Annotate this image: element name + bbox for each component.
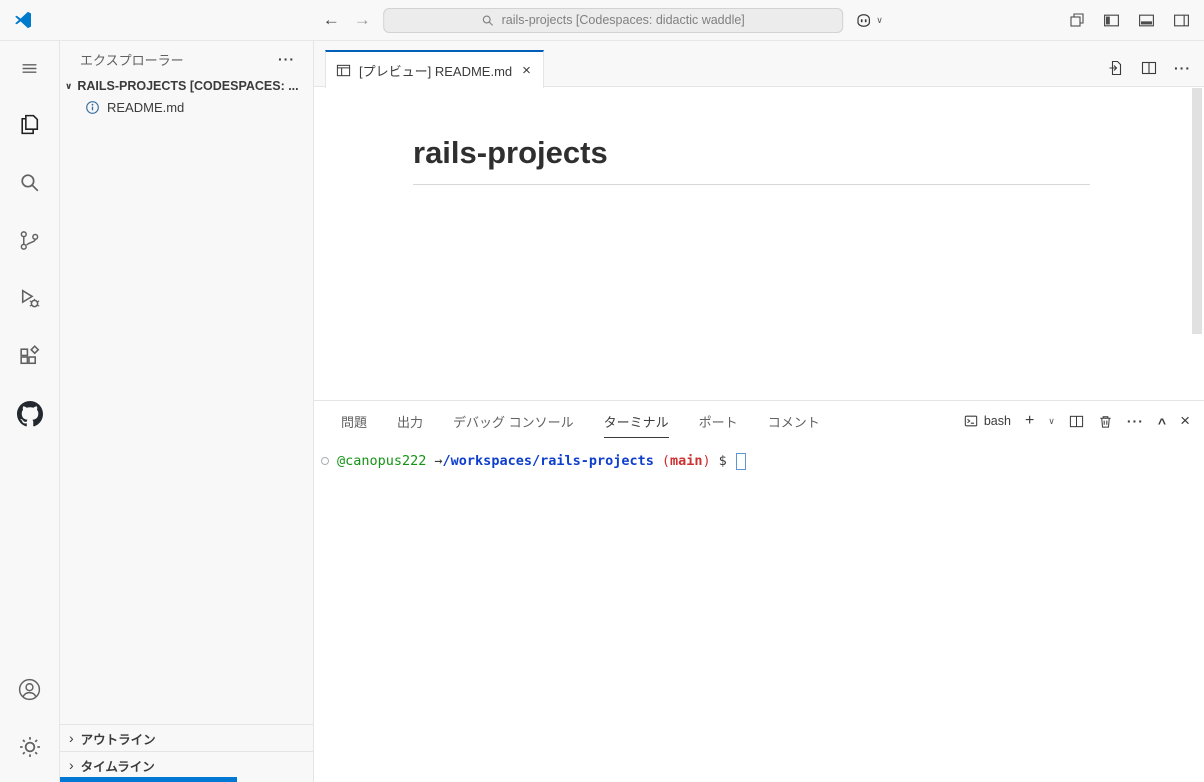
workspace-root-label: RAILS-PROJECTS [CODESPACES: ... <box>77 79 299 93</box>
chevron-down-icon: ∨ <box>65 80 73 91</box>
terminal-user: @canopus222 <box>337 453 427 469</box>
file-name-label: README.md <box>107 100 185 115</box>
sidebar-item-search[interactable] <box>0 153 59 211</box>
terminal-arrow: → <box>434 453 443 469</box>
editor-tab-bar: [プレビュー] README.md × ··· <box>314 41 1204 88</box>
workspace-root-row[interactable]: ∨ RAILS-PROJECTS [CODESPACES: ... <box>60 77 313 96</box>
github-icon <box>16 401 43 427</box>
vscode-window: ← → rails-projects [Codespaces: didactic… <box>0 0 1204 782</box>
shell-selector[interactable]: bash <box>964 414 1011 428</box>
editor-tab-actions: ··· <box>1108 60 1191 76</box>
panel-tabs: 問題 出力 デバッグ コンソール ターミナル ポート コメント <box>341 404 820 439</box>
sidebar-header: エクスプローラー ··· <box>60 41 313 77</box>
terminal-view[interactable]: @canopus222 → /workspaces/rails-projects… <box>314 441 1204 782</box>
explorer-sidebar: エクスプローラー ··· ∨ RAILS-PROJECTS [CODESPACE… <box>60 41 314 782</box>
outline-section-header[interactable]: › アウトライン <box>60 724 313 751</box>
toggle-sidebar-icon[interactable] <box>1103 12 1120 29</box>
editor-scrollbar[interactable] <box>1192 88 1202 334</box>
close-panel-icon[interactable]: × <box>1180 411 1190 431</box>
sidebar-item-run-debug[interactable] <box>0 269 59 327</box>
tab-label: [プレビュー] README.md <box>359 63 513 79</box>
tab-terminal[interactable]: ターミナル <box>603 404 669 439</box>
file-row-readme[interactable]: README.md <box>60 96 313 119</box>
kill-terminal-icon[interactable] <box>1098 414 1113 429</box>
more-actions-icon[interactable]: ··· <box>1174 60 1191 76</box>
extensions-icon <box>17 344 42 369</box>
close-icon[interactable]: × <box>520 62 533 79</box>
command-decoration-icon <box>321 457 329 465</box>
layout-controls <box>1069 0 1190 40</box>
chevron-down-icon: ∨ <box>876 14 883 25</box>
tab-debug-console[interactable]: デバッグ コンソール <box>453 404 574 439</box>
maximize-panel-icon[interactable]: ^ <box>1158 415 1166 431</box>
split-terminal-icon[interactable] <box>1069 414 1084 429</box>
gear-icon <box>18 735 42 759</box>
markdown-preview-pane: rails-projects <box>314 87 1204 400</box>
command-center-label: rails-projects [Codespaces: didactic wad… <box>501 13 745 27</box>
terminal-git-branch: (main) <box>661 453 711 469</box>
editor-area: [プレビュー] README.md × ··· rails-projects <box>314 41 1204 400</box>
toggle-panel-icon[interactable] <box>1138 12 1155 29</box>
info-file-icon <box>85 100 100 115</box>
sidebar-bottom-sections: › アウトライン › タイムライン <box>60 724 313 778</box>
shell-label: bash <box>983 414 1011 428</box>
customize-layout-icon[interactable] <box>1069 12 1085 28</box>
terminal-cursor <box>735 452 746 470</box>
command-center-search[interactable]: rails-projects [Codespaces: didactic wad… <box>383 7 844 33</box>
terminal-prompt-line: @canopus222 → /workspaces/rails-projects… <box>314 451 1204 471</box>
tab-readme-preview[interactable]: [プレビュー] README.md × <box>325 50 544 88</box>
new-terminal-icon[interactable]: + <box>1025 412 1034 430</box>
settings-button[interactable] <box>0 718 59 776</box>
terminal-dropdown-icon[interactable]: ∨ <box>1048 416 1055 427</box>
menu-icon <box>21 60 38 77</box>
tab-comments[interactable]: コメント <box>768 404 820 439</box>
copilot-menu[interactable]: ∨ <box>854 11 883 30</box>
panel-more-actions-icon[interactable]: ··· <box>1127 413 1144 429</box>
split-editor-icon[interactable] <box>1141 60 1157 76</box>
files-icon <box>17 112 42 137</box>
sidebar-title: エクスプローラー <box>80 52 184 68</box>
command-center-group: ← → rails-projects [Codespaces: didactic… <box>321 0 883 40</box>
search-icon <box>482 14 495 27</box>
account-icon <box>17 677 42 702</box>
chevron-right-icon: › <box>69 730 74 746</box>
timeline-section-label: タイムライン <box>80 759 155 774</box>
panel-actions: bash + ∨ ··· ^ × <box>964 411 1190 431</box>
menu-button[interactable] <box>0 41 59 95</box>
bottom-panel: 問題 出力 デバッグ コンソール ターミナル ポート コメント bash + ∨ <box>314 400 1204 782</box>
preview-heading: rails-projects <box>413 135 1090 185</box>
git-branch-icon <box>17 228 42 253</box>
outline-section-label: アウトライン <box>80 732 156 747</box>
terminal-bash-icon <box>964 414 978 428</box>
sidebar-item-source-control[interactable] <box>0 211 59 269</box>
vscode-logo-icon <box>13 10 33 30</box>
sidebar-more-actions-icon[interactable]: ··· <box>278 51 295 67</box>
terminal-cwd: /workspaces/rails-projects <box>442 453 654 469</box>
markdown-preview-icon <box>336 63 351 78</box>
sidebar-item-explorer[interactable] <box>0 95 59 153</box>
tab-output[interactable]: 出力 <box>397 404 423 439</box>
account-button[interactable] <box>0 660 59 718</box>
terminal-prompt-symbol: $ <box>718 453 727 469</box>
forward-icon[interactable]: → <box>352 10 372 30</box>
activity-bar <box>0 41 60 782</box>
title-bar: ← → rails-projects [Codespaces: didactic… <box>0 0 1204 41</box>
search-icon <box>17 170 42 195</box>
tab-ports[interactable]: ポート <box>699 404 738 439</box>
back-icon[interactable]: ← <box>321 10 341 30</box>
panel-header: 問題 出力 デバッグ コンソール ターミナル ポート コメント bash + ∨ <box>314 401 1204 441</box>
activity-bar-bottom <box>0 660 59 782</box>
sidebar-item-extensions[interactable] <box>0 327 59 385</box>
tab-problems[interactable]: 問題 <box>341 404 367 439</box>
statusbar-remote-indicator[interactable] <box>60 777 237 782</box>
chevron-right-icon: › <box>69 757 74 773</box>
sidebar-item-github[interactable] <box>0 385 59 443</box>
copilot-icon <box>854 11 873 30</box>
run-debug-icon <box>17 286 42 311</box>
show-source-icon[interactable] <box>1108 60 1124 76</box>
timeline-section-header[interactable]: › タイムライン <box>60 751 313 778</box>
toggle-secondary-sidebar-icon[interactable] <box>1173 12 1190 29</box>
